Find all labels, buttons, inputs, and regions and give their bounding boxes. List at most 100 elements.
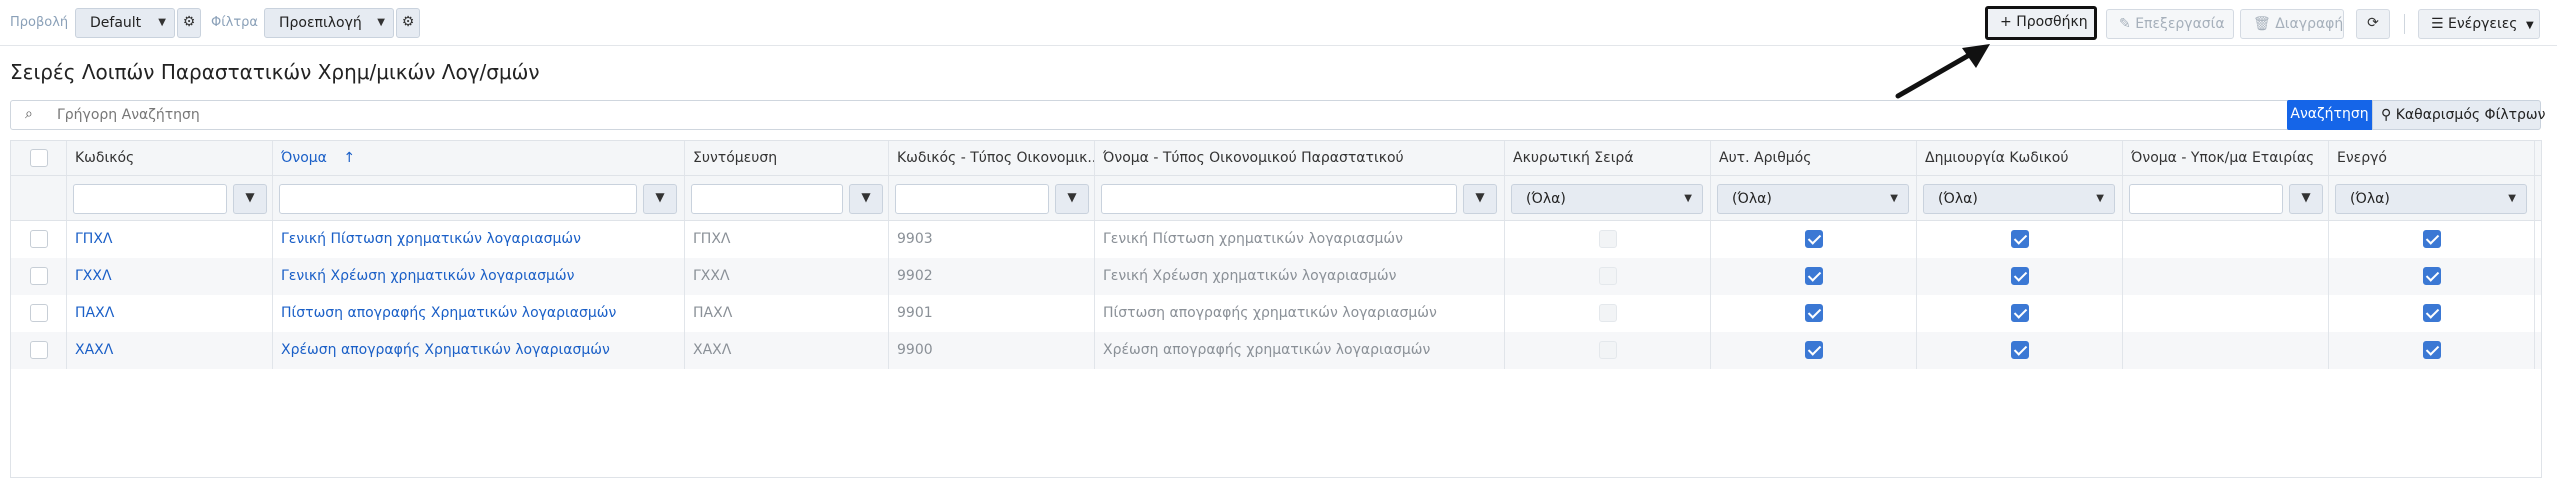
table-row[interactable]: ΧΑΧΛ Χρέωση απογραφής Χρηματικών λογαριασ… bbox=[11, 332, 2541, 369]
filters-select-value: Προεπιλογή bbox=[279, 15, 362, 31]
filter-funnel-icon[interactable]: ▼ bbox=[1463, 184, 1497, 214]
cancel-checkbox bbox=[1599, 230, 1617, 248]
table-row[interactable]: ΓΧΧΛ Γενική Χρέωση χρηματικών λογαριασμών… bbox=[11, 258, 2541, 295]
col-header-gencode[interactable]: Δημιουργία Κωδικού bbox=[1917, 141, 2123, 175]
table-row[interactable]: ΓΠΧΛ Γενική Πίστωση χρηματικών λογαριασμώ… bbox=[11, 221, 2541, 258]
row-select-checkbox[interactable] bbox=[30, 341, 48, 359]
cell-text: Χρέωση απογραφής χρηματικών λογαριασμών bbox=[1103, 342, 1431, 358]
row-link[interactable]: ΓΧΧΛ bbox=[75, 268, 112, 284]
col-header-active[interactable]: Ενεργό bbox=[2329, 141, 2535, 175]
cell-active bbox=[2329, 295, 2535, 332]
filter-funnel-icon[interactable]: ▼ bbox=[233, 184, 267, 214]
cell-code[interactable]: ΓΠΧΛ bbox=[67, 221, 273, 258]
cell-autonum bbox=[1711, 332, 1917, 369]
refresh-button[interactable]: ⟳ bbox=[2356, 9, 2390, 39]
autonum-checkbox bbox=[1805, 304, 1823, 322]
filter-doc-name-input[interactable] bbox=[1101, 184, 1457, 214]
col-header-code[interactable]: Κωδικός bbox=[67, 141, 273, 175]
add-button[interactable]: + Προσθήκη bbox=[1985, 6, 2097, 40]
filter-gencode: (Όλα) ▼ bbox=[1917, 176, 2123, 220]
row-link[interactable]: Χρέωση απογραφής Χρηματικών λογαριασμών bbox=[281, 342, 610, 358]
cell-code[interactable]: ΧΑΧΛ bbox=[67, 332, 273, 369]
filter-name-input[interactable] bbox=[279, 184, 637, 214]
active-checkbox bbox=[2423, 267, 2441, 285]
filter-doc-code-input[interactable] bbox=[895, 184, 1049, 214]
filter-funnel-icon[interactable]: ▼ bbox=[1055, 184, 1089, 214]
row-select-checkbox[interactable] bbox=[30, 230, 48, 248]
filter-branch: ▼ bbox=[2123, 176, 2329, 220]
grid-header-row: Κωδικός Όνομα ↑ Συντόμευση Κωδικός - Τύπ… bbox=[11, 141, 2541, 176]
cell-doc-code: 9902 bbox=[889, 258, 1095, 295]
edit-button[interactable]: ✎ Επεξεργασία bbox=[2106, 9, 2234, 39]
chevron-down-icon: ▼ bbox=[2508, 193, 2516, 204]
cell-name[interactable]: Γενική Πίστωση χρηματικών λογαριασμών bbox=[273, 221, 685, 258]
cell-doc-code: 9901 bbox=[889, 295, 1095, 332]
filter-branch-input[interactable] bbox=[2129, 184, 2283, 214]
filter-funnel-icon[interactable]: ▼ bbox=[849, 184, 883, 214]
gencode-checkbox bbox=[2011, 267, 2029, 285]
col-header-abbr[interactable]: Συντόμευση bbox=[685, 141, 889, 175]
row-link[interactable]: Πίστωση απογραφής Χρηματικών λογαριασμών bbox=[281, 305, 616, 321]
filter-active: (Όλα) ▼ bbox=[2329, 176, 2535, 220]
filter-active-select[interactable]: (Όλα) ▼ bbox=[2335, 184, 2527, 214]
filters-select[interactable]: Προεπιλογή ▼ bbox=[264, 8, 394, 38]
clear-filters-button[interactable]: ⚲ Καθαρισμός Φίλτρων bbox=[2372, 100, 2545, 130]
cell-cancel bbox=[1505, 221, 1711, 258]
select-all-checkbox[interactable] bbox=[30, 149, 48, 167]
filter-abbr: ▼ bbox=[685, 176, 889, 220]
cancel-checkbox bbox=[1599, 304, 1617, 322]
row-link[interactable]: Γενική Χρέωση χρηματικών λογαριασμών bbox=[281, 268, 574, 284]
table-row[interactable]: ΠΑΧΛ Πίστωση απογραφής Χρηματικών λογαρια… bbox=[11, 295, 2541, 332]
cell-text: ΓΧΧΛ bbox=[693, 268, 730, 284]
cell-text: ΧΑΧΛ bbox=[693, 342, 732, 358]
cell-text: ΓΠΧΛ bbox=[693, 231, 731, 247]
row-select-checkbox[interactable] bbox=[30, 267, 48, 285]
autonum-checkbox bbox=[1805, 267, 1823, 285]
col-header-doc-name[interactable]: Όνομα - Τύπος Οικονομικού Παραστατικού bbox=[1095, 141, 1505, 175]
cell-gencode bbox=[1917, 295, 2123, 332]
filter-autonum-select[interactable]: (Όλα) ▼ bbox=[1717, 184, 1909, 214]
col-header-cancel[interactable]: Ακυρωτική Σειρά bbox=[1505, 141, 1711, 175]
col-header-doc-code[interactable]: Κωδικός - Τύπος Οικονομικ... bbox=[889, 141, 1095, 175]
cell-gencode bbox=[1917, 221, 2123, 258]
view-select[interactable]: Default ▼ bbox=[75, 8, 175, 38]
actions-menu-button[interactable]: ☰ Ενέργειες ▼ bbox=[2418, 9, 2540, 39]
cell-name[interactable]: Χρέωση απογραφής Χρηματικών λογαριασμών bbox=[273, 332, 685, 369]
filters-settings-gear-icon[interactable]: ⚙ bbox=[396, 8, 420, 38]
cell-name[interactable]: Πίστωση απογραφής Χρηματικών λογαριασμών bbox=[273, 295, 685, 332]
cell-text: 9901 bbox=[897, 305, 933, 321]
row-link[interactable]: ΓΠΧΛ bbox=[75, 231, 113, 247]
cell-code[interactable]: ΠΑΧΛ bbox=[67, 295, 273, 332]
filter-abbr-input[interactable] bbox=[691, 184, 843, 214]
chevron-down-icon: ▼ bbox=[2525, 20, 2534, 31]
view-select-value: Default bbox=[90, 15, 142, 31]
col-header-name[interactable]: Όνομα ↑ bbox=[273, 141, 685, 175]
cell-abbr: ΓΧΧΛ bbox=[685, 258, 889, 295]
row-link[interactable]: ΧΑΧΛ bbox=[75, 342, 113, 358]
filter-code-input[interactable] bbox=[73, 184, 227, 214]
cell-name[interactable]: Γενική Χρέωση χρηματικών λογαριασμών bbox=[273, 258, 685, 295]
row-select-checkbox[interactable] bbox=[30, 304, 48, 322]
delete-button[interactable]: 🗑 Διαγραφή bbox=[2240, 9, 2344, 39]
pencil-icon: ✎ bbox=[2119, 16, 2136, 32]
cell-doc-name: Πίστωση απογραφής χρηματικών λογαριασμών bbox=[1095, 295, 1505, 332]
chevron-down-icon: ▼ bbox=[1890, 193, 1898, 204]
col-header-branch[interactable]: Όνομα - Υποκ/μα Εταιρίας bbox=[2123, 141, 2329, 175]
cell-text: Γενική Πίστωση χρηματικών λογαριασμών bbox=[1103, 231, 1403, 247]
filter-gencode-select[interactable]: (Όλα) ▼ bbox=[1923, 184, 2115, 214]
filter-cancel-select[interactable]: (Όλα) ▼ bbox=[1511, 184, 1703, 214]
filter-funnel-icon[interactable]: ▼ bbox=[643, 184, 677, 214]
row-link[interactable]: ΠΑΧΛ bbox=[75, 305, 114, 321]
filter-funnel-icon[interactable]: ▼ bbox=[2289, 184, 2323, 214]
cell-cancel bbox=[1505, 258, 1711, 295]
col-header-autonum[interactable]: Αυτ. Αριθμός bbox=[1711, 141, 1917, 175]
cell-code[interactable]: ΓΧΧΛ bbox=[67, 258, 273, 295]
quick-search-input[interactable] bbox=[55, 103, 2255, 127]
cell-text: 9900 bbox=[897, 342, 933, 358]
row-link[interactable]: Γενική Πίστωση χρηματικών λογαριασμών bbox=[281, 231, 581, 247]
view-settings-gear-icon[interactable]: ⚙ bbox=[177, 8, 201, 38]
search-button[interactable]: Αναζήτηση bbox=[2287, 100, 2372, 130]
filter-autonum: (Όλα) ▼ bbox=[1711, 176, 1917, 220]
chevron-down-icon: ▼ bbox=[1684, 193, 1692, 204]
data-grid: Κωδικός Όνομα ↑ Συντόμευση Κωδικός - Τύπ… bbox=[10, 140, 2542, 478]
